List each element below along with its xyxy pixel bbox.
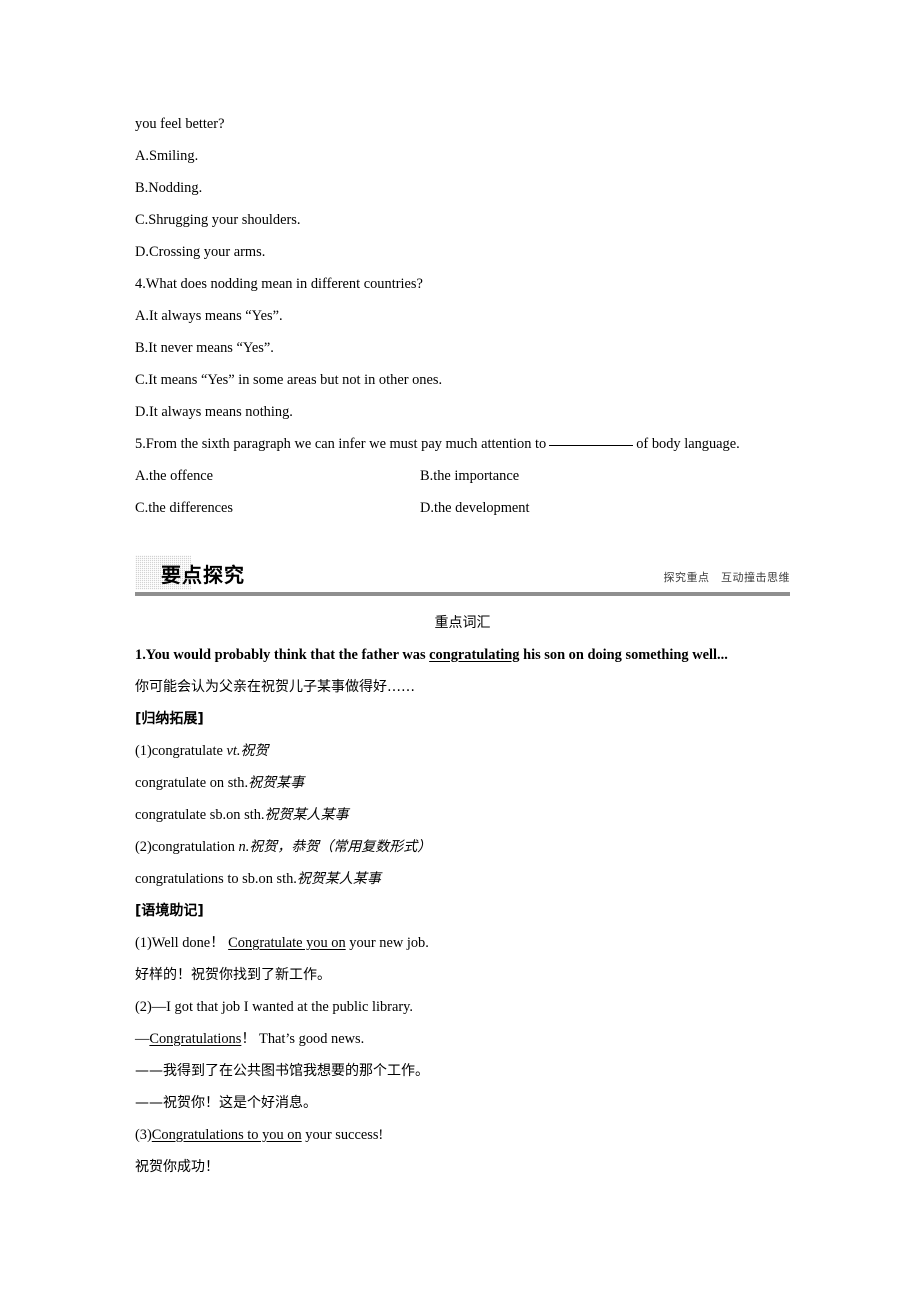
- expand-item: congratulate sb.on sth.祝贺某人某事: [135, 799, 790, 831]
- question-5-stem-after-blank: of body language.: [636, 436, 740, 452]
- context-example-suffix: ！ That’s good news.: [241, 1031, 365, 1047]
- context-example-suffix: your success!: [301, 1127, 384, 1143]
- expand-section-tag: [归纳拓展]: [135, 711, 204, 727]
- expand-item-number: (1): [135, 743, 152, 759]
- question-4-option-a: A.It always means “Yes”.: [135, 308, 283, 324]
- expand-item: (1)congratulate vt.祝贺: [135, 735, 790, 767]
- expand-item-pos: n.: [238, 839, 250, 855]
- expand-item-english: congratulate sb.on sth.: [135, 807, 265, 823]
- section-divider-rule: [135, 592, 790, 596]
- vocabulary-section: 重点词汇 1.You would probably think that the…: [135, 607, 790, 1183]
- vocab-example-sentence: 1.You would probably think that the fath…: [135, 639, 790, 671]
- question-5-answer-blank[interactable]: [549, 445, 634, 446]
- expand-item-chinese: 祝贺某人某事: [264, 807, 349, 823]
- context-example: (3)Congratulations to you on your succes…: [135, 1119, 790, 1151]
- context-example-prefix: (1)Well done！: [135, 935, 229, 951]
- expand-item: congratulate on sth.祝贺某事: [135, 767, 790, 799]
- question-3-option-c: C.Shrugging your shoulders.: [135, 212, 301, 228]
- document-page: you feel better? A.Smiling. B.Nodding. C…: [135, 108, 790, 1183]
- vocab-entry-number: 1.: [135, 647, 146, 663]
- expand-item-english: congratulation: [151, 839, 239, 855]
- question-5-options-row-1: A.the offence B.the importance: [135, 460, 790, 492]
- context-example-prefix: (2)—I got that job I wanted at the publi…: [135, 999, 414, 1015]
- expand-item-chinese: 祝贺: [240, 743, 269, 759]
- context-example-prefix: (3): [135, 1127, 152, 1143]
- context-example: —Congratulations！ That’s good news.: [135, 1023, 790, 1055]
- question-5-stem-before-blank: 5.From the sixth paragraph we can infer …: [135, 436, 547, 452]
- vocab-sentence-part-2: his son on doing something well...: [519, 647, 728, 663]
- vocab-sentence-translation: 你可能会认为父亲在祝贺儿子某事做得好……: [135, 679, 415, 695]
- question-5-option-b: B.the importance: [420, 468, 520, 484]
- expand-item: (2)congratulation n.祝贺，恭贺（常用复数形式）: [135, 831, 790, 863]
- question-3-option-b: B.Nodding.: [135, 180, 203, 196]
- question-3-option-a: A.Smiling.: [135, 148, 199, 164]
- context-example-underlined: Congratulations to you on: [151, 1127, 302, 1143]
- expand-item-pos: vt.: [226, 743, 241, 759]
- vocabulary-heading: 重点词汇: [434, 615, 491, 631]
- context-example-underlined: Congratulations: [149, 1031, 242, 1047]
- expand-item-chinese: 祝贺，恭贺（常用复数形式）: [249, 839, 432, 855]
- context-example-underlined: Congratulate you on: [228, 935, 346, 951]
- context-section-tag: [语境助记]: [135, 903, 204, 919]
- context-example-translation: ——我得到了在公共图书馆我想要的那个工作。: [135, 1063, 429, 1079]
- vocab-sentence-part-1: You would probably think that the father…: [145, 647, 430, 663]
- question-4-stem: 4.What does nodding mean in different co…: [135, 276, 423, 292]
- question-5-option-c: C.the differences: [135, 500, 234, 516]
- expand-item-number: (2): [135, 839, 152, 855]
- context-example-translation: ——祝贺你！这是个好消息。: [135, 1095, 317, 1111]
- expand-item-chinese: 祝贺某人某事: [296, 871, 381, 887]
- expand-item-english: congratulate on sth.: [135, 775, 249, 791]
- expand-item-chinese: 祝贺某事: [248, 775, 305, 791]
- question-5-options-row-2: C.the differences D.the development: [135, 492, 790, 524]
- section-title: 要点探究: [161, 563, 245, 587]
- expand-item-english: congratulations to sb.on sth.: [135, 871, 297, 887]
- expand-item-english: congratulate: [151, 743, 227, 759]
- question-3-option-d: D.Crossing your arms.: [135, 244, 266, 260]
- question-3-stem-tail: you feel better?: [135, 116, 225, 132]
- question-4-option-d: D.It always means nothing.: [135, 404, 293, 420]
- question-4-option-c: C.It means “Yes” in some areas but not i…: [135, 372, 443, 388]
- context-example-translation: 祝贺你成功！: [135, 1159, 219, 1175]
- context-example-suffix: your new job.: [345, 935, 429, 951]
- context-example: (2)—I got that job I wanted at the publi…: [135, 991, 790, 1023]
- question-4-option-b: B.It never means “Yes”.: [135, 340, 274, 356]
- context-example-translation: 好样的！祝贺你找到了新工作。: [135, 967, 331, 983]
- reading-questions-block: you feel better? A.Smiling. B.Nodding. C…: [135, 108, 790, 524]
- vocab-sentence-keyword: congratulating: [429, 647, 520, 663]
- question-5-option-d: D.the development: [420, 500, 530, 516]
- section-tagline: 探究重点 互动撞击思维: [663, 571, 790, 584]
- context-example: (1)Well done！ Congratulate you on your n…: [135, 927, 790, 959]
- question-5-option-a: A.the offence: [135, 468, 214, 484]
- expand-item: congratulations to sb.on sth.祝贺某人某事: [135, 863, 790, 895]
- section-banner: 要点探究 探究重点 互动撞击思维: [135, 553, 790, 601]
- question-5-stem: 5.From the sixth paragraph we can infer …: [135, 428, 790, 460]
- context-example-prefix: —: [135, 1031, 150, 1047]
